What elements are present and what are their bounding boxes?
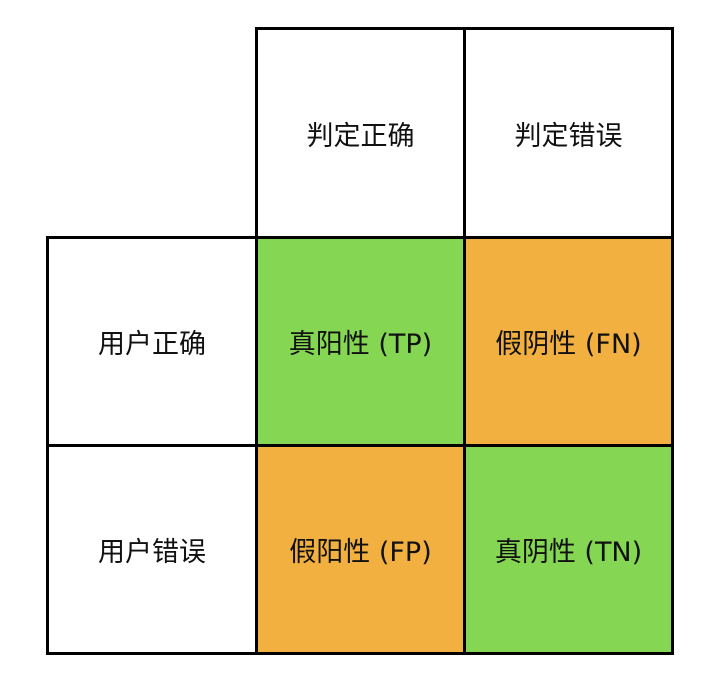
cell-false-positive: 假阳性 (FP) (255, 444, 466, 655)
row-header-label: 用户正确 (98, 329, 206, 360)
column-header-label: 判定正确 (306, 120, 415, 152)
column-header-judged-wrong: 判定错误 (463, 27, 674, 239)
cell-false-negative: 假阴性 (FN) (463, 236, 674, 447)
column-header-label: 判定错误 (514, 120, 623, 152)
cell-true-negative: 真阴性 (TN) (463, 444, 674, 655)
row-header-user-correct: 用户正确 (46, 236, 258, 447)
row-header-user-wrong: 用户错误 (46, 444, 258, 655)
cell-label: 真阳性 (TP) (288, 329, 433, 360)
cell-label: 假阴性 (FN) (495, 329, 642, 360)
cell-label: 假阳性 (FP) (289, 537, 432, 568)
row-header-label: 用户错误 (98, 537, 206, 568)
column-header-judged-correct: 判定正确 (255, 27, 466, 239)
cell-true-positive: 真阳性 (TP) (255, 236, 466, 447)
cell-label: 真阴性 (TN) (494, 537, 643, 568)
